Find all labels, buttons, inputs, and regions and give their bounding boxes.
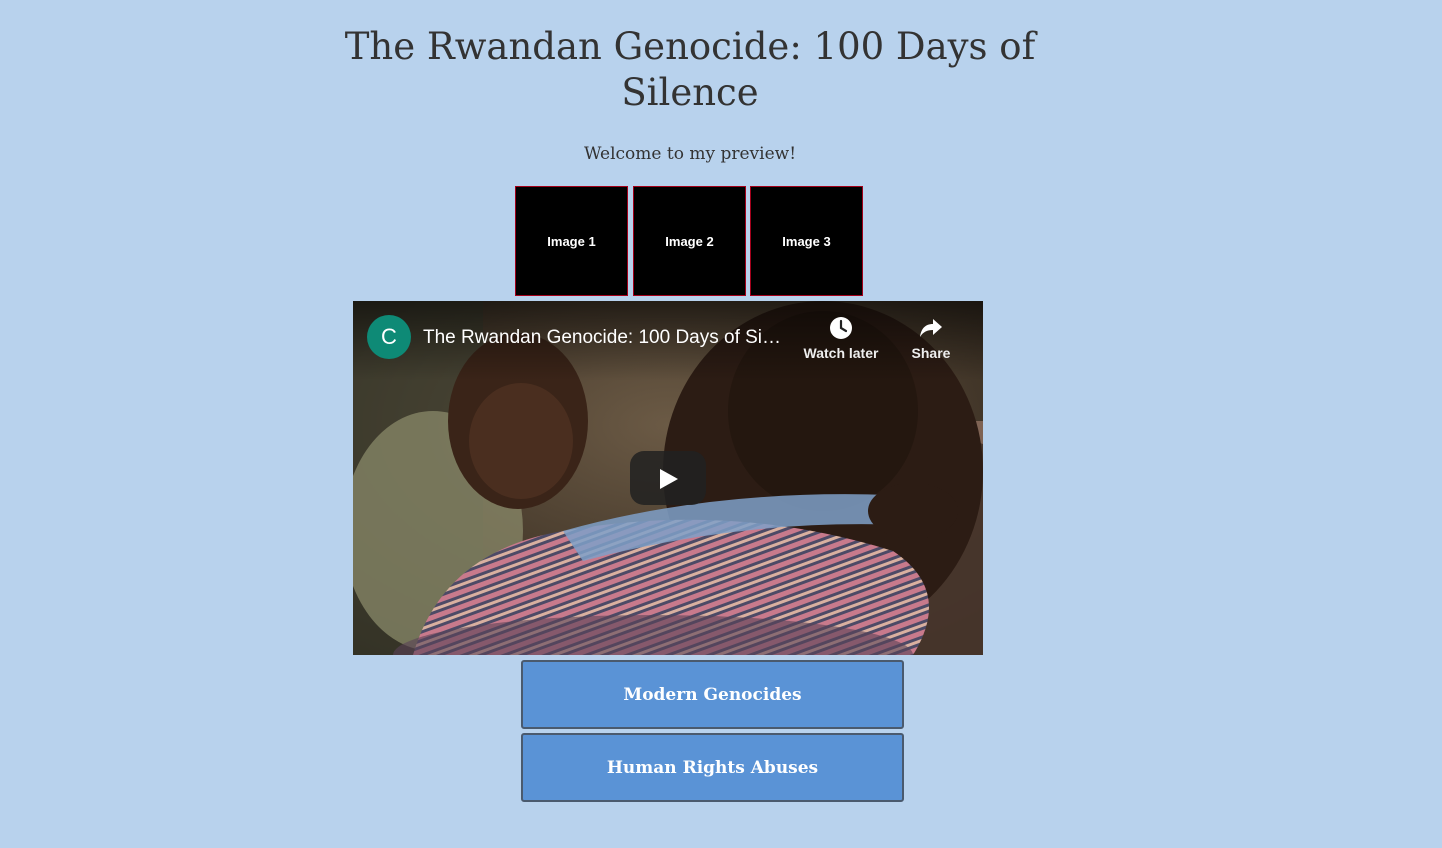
play-button[interactable] [630, 451, 706, 505]
clock-icon [830, 317, 852, 339]
video-player[interactable]: C The Rwandan Genocide: 100 Days of Si… … [353, 301, 983, 655]
share-arrow-icon [920, 319, 942, 337]
modern-genocides-button[interactable]: Modern Genocides [521, 660, 904, 729]
thumbnail-label: Image 2 [665, 233, 714, 249]
share-button[interactable]: Share [903, 315, 959, 371]
video-title[interactable]: The Rwandan Genocide: 100 Days of Si… [423, 326, 793, 350]
thumbnail-label: Image 1 [547, 233, 596, 249]
thumbnail-gallery: Image 1 Image 2 Image 3 [515, 186, 865, 296]
share-label: Share [911, 345, 951, 361]
watch-later-label: Watch later [803, 345, 879, 361]
watch-later-button[interactable]: Watch later [798, 315, 884, 371]
channel-avatar[interactable]: C [367, 315, 411, 359]
thumbnail-label: Image 3 [782, 233, 831, 249]
play-icon [660, 469, 678, 489]
thumbnail-image-3[interactable]: Image 3 [750, 186, 863, 296]
thumbnail-image-1[interactable]: Image 1 [515, 186, 628, 296]
human-rights-abuses-button[interactable]: Human Rights Abuses [521, 733, 904, 802]
thumbnail-image-2[interactable]: Image 2 [633, 186, 746, 296]
page-title: The Rwandan Genocide: 100 Days of Silenc… [344, 25, 1036, 114]
page: The Rwandan Genocide: 100 Days of Silenc… [0, 0, 1442, 848]
welcome-text: Welcome to my preview! [583, 144, 797, 164]
